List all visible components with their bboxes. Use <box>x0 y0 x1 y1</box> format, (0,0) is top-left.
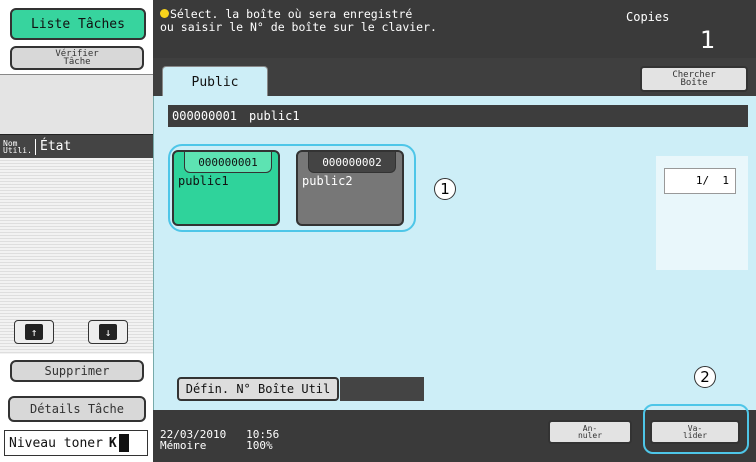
search-box-label: Chercher Boîte <box>672 70 716 88</box>
toner-bar-icon <box>118 434 129 452</box>
col-divider <box>35 138 36 155</box>
user-box-public1[interactable]: 000000001 public1 <box>172 150 280 226</box>
user-box-public2[interactable]: 000000002 public2 <box>296 150 404 226</box>
delete-button[interactable]: Supprimer <box>10 360 144 382</box>
tab-public[interactable]: Public <box>162 66 268 98</box>
copier-screen: Liste Tâches Vérifier Tâche Nom Utili. É… <box>0 0 756 462</box>
selected-box-number: 000000001 <box>172 109 238 123</box>
col-status: État <box>40 139 72 154</box>
job-list-header: Nom Utili. État <box>0 134 153 158</box>
ok-button[interactable]: Va- lider <box>650 420 740 444</box>
instruction-text: Sélect. la boîte où sera enregistré ou s… <box>160 7 437 34</box>
cancel-label: An- nuler <box>577 424 603 440</box>
page-indicator: 1/ 1 <box>664 168 736 194</box>
col-user-name: Nom Utili. <box>3 138 32 155</box>
cancel-button[interactable]: An- nuler <box>548 420 632 444</box>
check-job-label: Vérifier Tâche <box>55 49 99 67</box>
scroll-up-button[interactable]: ↑ <box>14 320 54 344</box>
box-number: 000000001 <box>184 152 272 173</box>
selected-box-name: public1 <box>249 109 300 123</box>
instruction-message: Sélect. la boîte où sera enregistré ou s… <box>160 8 437 34</box>
toner-color: K <box>108 435 117 451</box>
memory-status: Mémoire 100% <box>160 439 273 452</box>
delete-label: Supprimer <box>44 364 110 378</box>
job-details-label: Détails Tâche <box>30 402 124 416</box>
set-box-number-button[interactable]: Défin. N° Boîte Util <box>177 377 339 401</box>
date-time-memory: 22/03/2010 10:56 Mémoire 100% <box>160 429 279 451</box>
job-list-button[interactable]: Liste Tâches <box>10 8 146 40</box>
lightbulb-icon <box>160 9 169 18</box>
box-name: public1 <box>178 174 229 188</box>
toner-level: Niveau toner K <box>4 430 148 456</box>
arrow-down-icon: ↓ <box>99 324 117 340</box>
copies-count: 1 <box>700 26 716 54</box>
callout-2: 2 <box>694 366 716 388</box>
copies-label: Copies <box>626 10 670 24</box>
selected-box-display: 000000001 public1 <box>168 105 748 127</box>
box-number: 000000002 <box>308 152 396 173</box>
scroll-down-button[interactable]: ↓ <box>88 320 128 344</box>
left-info-area <box>0 74 153 134</box>
check-job-button[interactable]: Vérifier Tâche <box>10 46 144 70</box>
arrow-up-icon: ↑ <box>25 324 43 340</box>
ok-label: Va- lider <box>682 424 708 440</box>
tab-public-label: Public <box>191 75 239 90</box>
job-details-button[interactable]: Détails Tâche <box>8 396 146 422</box>
set-box-number-label: Défin. N° Boîte Util <box>185 382 331 396</box>
toner-label: Niveau toner <box>9 435 103 451</box>
callout-1: 1 <box>434 178 456 200</box>
search-box-button[interactable]: Chercher Boîte <box>640 66 748 92</box>
job-list-label: Liste Tâches <box>31 16 125 32</box>
box-number-field[interactable] <box>340 377 424 401</box>
box-name: public2 <box>302 174 353 188</box>
